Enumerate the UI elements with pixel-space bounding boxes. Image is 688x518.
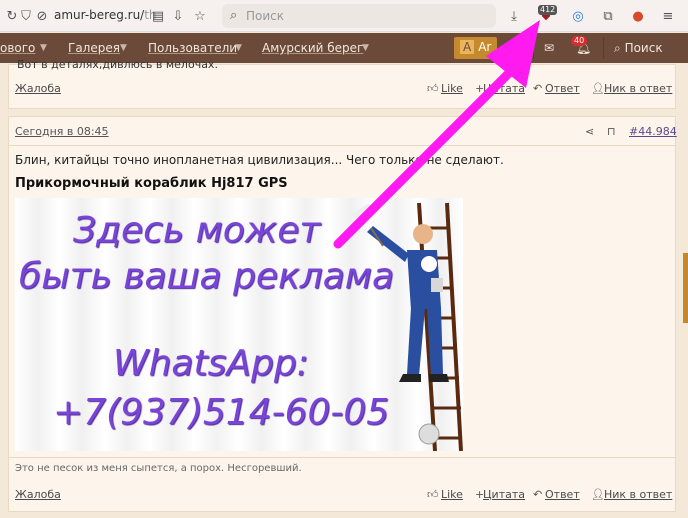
signature-divider [9, 457, 675, 458]
like-link[interactable]: Like [441, 488, 463, 501]
search-icon: ⌕ [614, 41, 621, 55]
url-host: amur-bereg.ru/ [54, 8, 145, 22]
user-icon: 👤︎ [591, 488, 605, 501]
post-text: Блин, китайцы точно инопланетная цивилиз… [15, 153, 504, 167]
user-name: Ar [478, 40, 492, 54]
like-icon: 👍︎ [427, 82, 439, 95]
nav-divider [533, 37, 534, 59]
post-title: Прикормочный кораблик Hj817 GPS [15, 176, 288, 191]
chevron-down-icon[interactable]: ▼ [235, 43, 242, 53]
advertisement-image[interactable]: Здесь может быть ваша реклама WhatsApp: … [15, 198, 463, 451]
url-bar[interactable]: amur-bereg.ru/th [54, 8, 157, 22]
post-text-clipped: Вот в деталях,дивлюсь в мелочах. [17, 58, 218, 71]
post-actions: Жалоба 👍︎ Like + Цитата ↶ Ответ 👤︎ Ник в… [9, 82, 675, 104]
like-link[interactable]: Like [441, 82, 463, 95]
nav-item-amur[interactable]: Амурский берег [262, 41, 363, 55]
profile-extension-icon[interactable]: ● [628, 6, 648, 26]
like-icon: 👍︎ [427, 488, 439, 501]
browser-toolbar: ↻ ⛉ ⊘ amur-bereg.ru/th ▤ ⇩ ☆ ⌕ ⤓ ⛊ 412 ◎… [0, 0, 688, 32]
reply-icon: ↶ [533, 82, 543, 95]
previous-post: Вот в деталях,дивлюсь в мелочах. Жалоба … [8, 58, 676, 109]
post-signature: Это не песок из меня сыпется, а порох. Н… [15, 463, 302, 474]
nick-reply-link[interactable]: Ник в ответ [604, 82, 672, 95]
quote-link[interactable]: Цитата [483, 488, 525, 501]
menu-icon[interactable]: ≡ [658, 6, 678, 26]
report-link[interactable]: Жалоба [15, 488, 61, 501]
scrollbar-thumb[interactable] [683, 253, 688, 323]
chevron-down-icon[interactable]: ▼ [362, 43, 369, 53]
downloads-icon[interactable]: ⤓ [504, 6, 524, 26]
report-link[interactable]: Жалоба [15, 82, 61, 95]
post-number-link[interactable]: #44.984 [629, 125, 677, 138]
site-search-label: Поиск [624, 41, 663, 55]
permissions-icon[interactable]: ⊘ [32, 6, 52, 26]
alerts-badge: 40 [571, 36, 588, 46]
nav-item-partial[interactable]: ового [0, 41, 35, 55]
post-header-divider [9, 145, 675, 146]
bookmark-star-icon[interactable]: ☆ [190, 6, 210, 26]
post-date-link[interactable]: Сегодня в 08:45 [15, 125, 109, 138]
user-account-button[interactable]: A Ar [454, 37, 498, 59]
post-actions: Жалоба 👍︎ Like + Цитата ↶ Ответ 👤︎ Ник в… [9, 488, 675, 510]
share-icon[interactable]: ⋖ [585, 125, 594, 138]
reply-link[interactable]: Ответ [545, 488, 580, 501]
extensions-puzzle-icon[interactable]: ⧉ [598, 6, 618, 26]
nick-reply-link[interactable]: Ник в ответ [604, 488, 672, 501]
forum-post: Сегодня в 08:45 ⋖ ⊓ #44.984 Блин, китайц… [8, 116, 677, 512]
extension-ring-icon[interactable]: ◎ [568, 6, 588, 26]
nav-item-users[interactable]: Пользователи [148, 41, 237, 55]
chevron-down-icon[interactable]: ▼ [40, 43, 47, 53]
quote-link[interactable]: Цитата [483, 82, 525, 95]
reply-icon: ↶ [533, 488, 543, 501]
site-search-button[interactable]: ⌕ Поиск [614, 41, 663, 56]
reply-link[interactable]: Ответ [545, 82, 580, 95]
nav-item-gallery[interactable]: Галерея [68, 41, 120, 55]
nav-divider [603, 37, 604, 59]
browser-search-box[interactable]: ⌕ [222, 4, 496, 28]
save-page-icon[interactable]: ⇩ [168, 6, 188, 26]
bookmark-icon[interactable]: ⊓ [607, 125, 616, 138]
chevron-down-icon[interactable]: ▼ [120, 43, 127, 53]
painter-illustration [351, 202, 463, 451]
extension-badge: 412 [538, 5, 558, 15]
reader-view-icon[interactable]: ▤ [148, 6, 168, 26]
user-icon: 👤︎ [591, 82, 605, 95]
search-icon: ⌕ [230, 8, 238, 23]
browser-search-input[interactable] [246, 7, 486, 25]
inbox-icon[interactable]: ✉ [544, 41, 554, 55]
avatar: A [460, 40, 475, 54]
